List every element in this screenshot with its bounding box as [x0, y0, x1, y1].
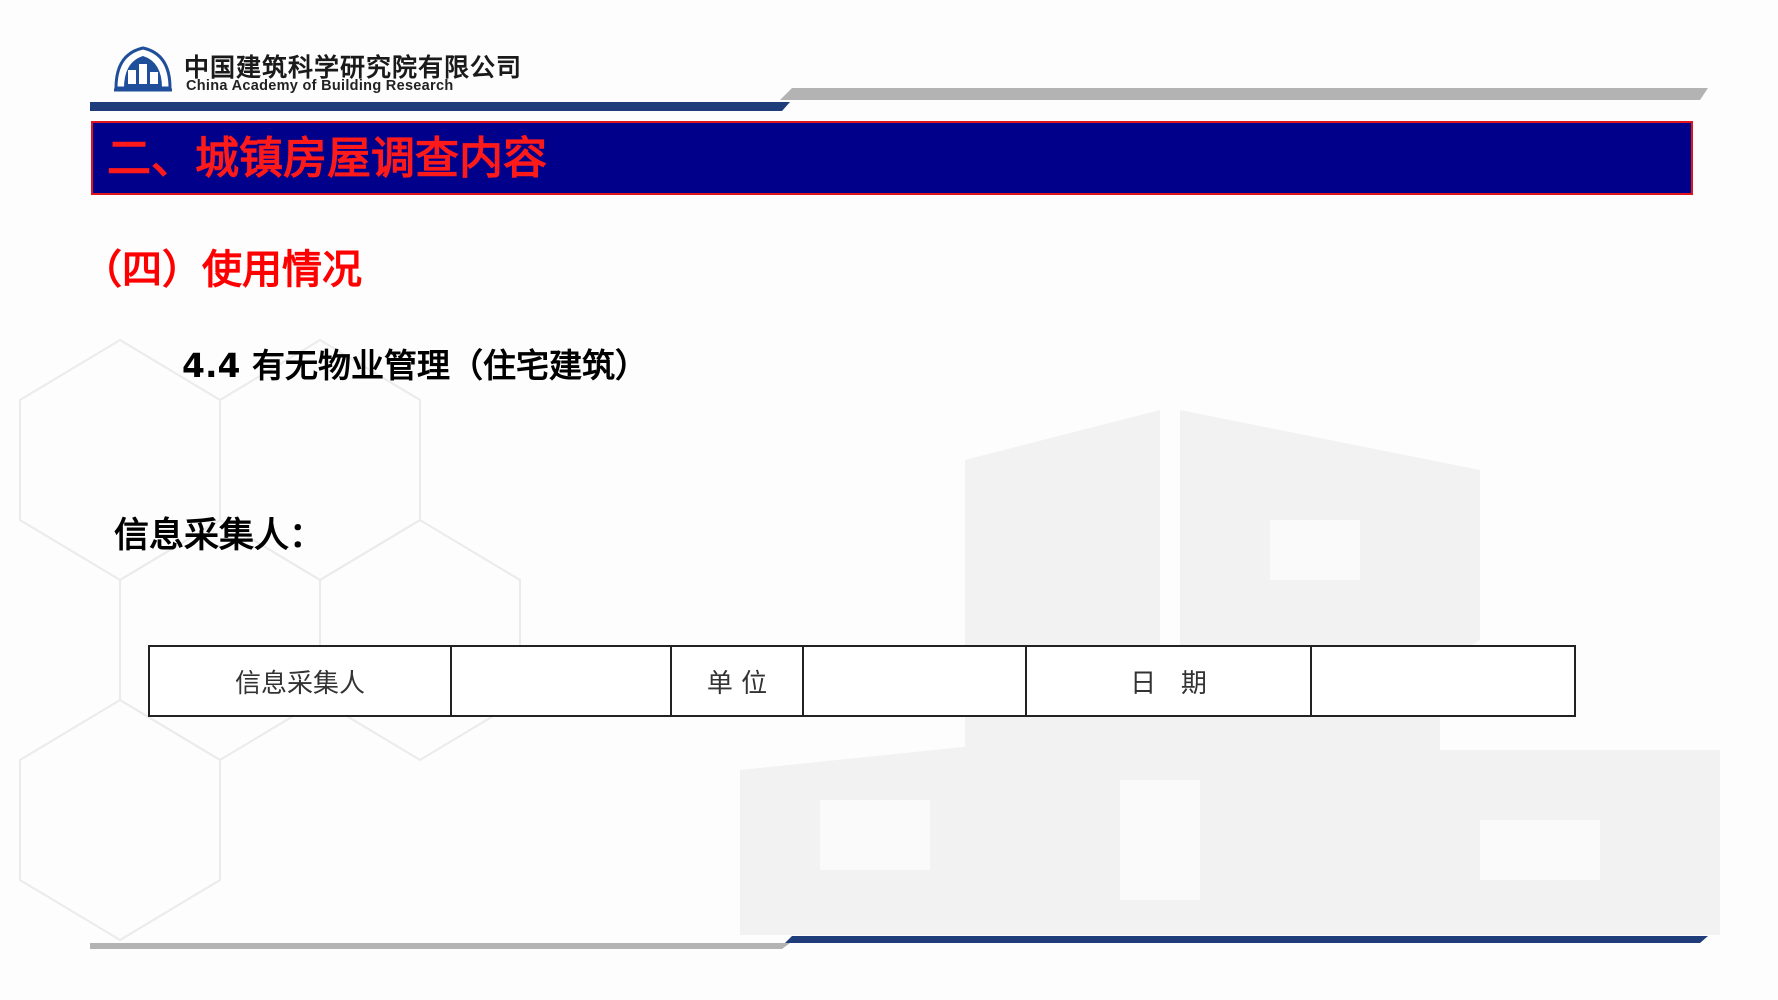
- collector-label: 信息采集人：: [114, 516, 325, 556]
- date-header-cell: 日 期: [1025, 645, 1312, 717]
- footer-accent-bars: [90, 936, 1708, 949]
- slide-title: 二、城镇房屋调查内容: [107, 133, 547, 184]
- date-value-cell[interactable]: [1310, 645, 1576, 717]
- unit-value-cell[interactable]: [802, 645, 1027, 717]
- subsection-heading: 4.4 有无物业管理（住宅建筑）: [182, 346, 648, 385]
- company-logo: 中国建筑科学研究院有限公司 China Academy of Building …: [112, 44, 672, 100]
- collector-value-cell[interactable]: [450, 645, 672, 717]
- slide: 中国建筑科学研究院有限公司 China Academy of Building …: [0, 0, 1778, 1000]
- unit-header-cell: 单 位: [670, 645, 804, 717]
- section-heading: （四）使用情况: [82, 247, 362, 293]
- table-row: 信息采集人 单 位 日 期: [148, 645, 1576, 717]
- title-bar: 二、城镇房屋调查内容: [91, 121, 1693, 195]
- cabr-logo-icon: [114, 46, 172, 92]
- info-table: 信息采集人 单 位 日 期: [148, 645, 1576, 717]
- collector-header-cell: 信息采集人: [148, 645, 452, 717]
- logo-english-name: China Academy of Building Research: [186, 78, 454, 94]
